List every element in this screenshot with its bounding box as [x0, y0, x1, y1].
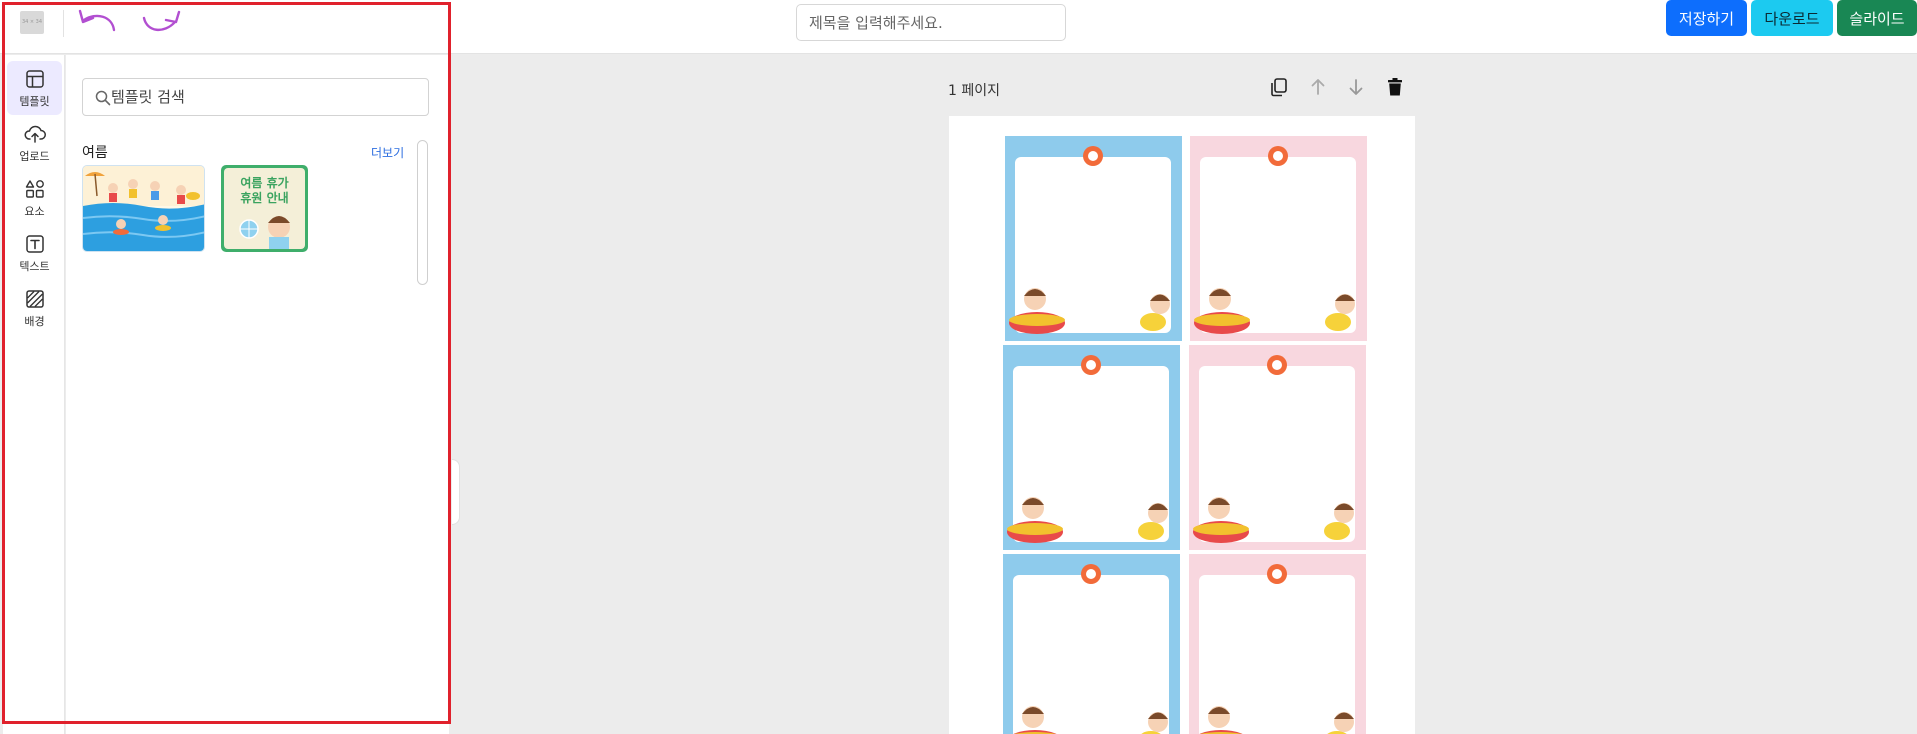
- sidebar-item-background[interactable]: 배경: [7, 281, 62, 335]
- background-pattern-icon: [25, 290, 44, 308]
- undo-icon: [78, 9, 116, 32]
- card-decoration: [1009, 146, 1170, 334]
- more-link[interactable]: 더보기: [371, 144, 404, 161]
- panel-scrollbar[interactable]: [417, 140, 428, 285]
- panel-collapse-handle[interactable]: [452, 459, 460, 525]
- top-bar: 34 × 34 저장하기 다운로드 슬라이드: [0, 0, 1917, 54]
- template-search-input[interactable]: [111, 79, 421, 115]
- text-box-icon: [25, 235, 44, 253]
- shapes-icon: [25, 180, 44, 198]
- card-decoration: [1194, 146, 1355, 334]
- card-decoration: [1193, 355, 1354, 543]
- redo-button[interactable]: [140, 6, 184, 38]
- search-icon: [95, 90, 111, 106]
- copy-icon: [1271, 78, 1287, 97]
- canvas-card[interactable]: [1190, 136, 1367, 341]
- sidebar-item-text[interactable]: 텍스트: [7, 226, 62, 280]
- arrow-up-icon: [1311, 79, 1325, 95]
- card-decoration: [1007, 355, 1168, 543]
- canvas-card[interactable]: [1189, 554, 1366, 734]
- layout-template-icon: [25, 70, 44, 88]
- slide-button[interactable]: 슬라이드: [1837, 0, 1917, 36]
- vacation-notice-line2: 휴원 안내: [240, 191, 289, 205]
- sidebar-item-label: 업로드: [19, 150, 50, 163]
- save-button[interactable]: 저장하기: [1666, 0, 1747, 36]
- move-page-up-button[interactable]: [1307, 76, 1329, 98]
- document-title-input[interactable]: [796, 4, 1066, 41]
- cloud-upload-icon: [24, 125, 46, 143]
- arrow-down-icon: [1349, 79, 1363, 95]
- logo[interactable]: 34 × 34: [20, 11, 44, 34]
- page-label: 1 페이지: [948, 83, 1000, 99]
- template-search-box[interactable]: [82, 78, 429, 116]
- sidebar-item-label: 요소: [24, 205, 45, 218]
- toolbar-divider: [63, 10, 64, 37]
- page-canvas[interactable]: [949, 116, 1415, 734]
- download-button[interactable]: 다운로드: [1751, 0, 1833, 36]
- sidebar-item-label: 텍스트: [19, 260, 50, 273]
- delete-page-button[interactable]: [1384, 76, 1406, 98]
- trash-icon: [1388, 78, 1402, 96]
- copy-page-button[interactable]: [1268, 76, 1290, 98]
- card-decoration: [1013, 564, 1168, 734]
- template-thumbnail-summer-beach[interactable]: [82, 165, 205, 252]
- sidebar-item-upload[interactable]: 업로드: [7, 116, 62, 170]
- card-decoration: [1199, 564, 1354, 734]
- sidebar-item-label: 템플릿: [19, 95, 50, 108]
- canvas-card[interactable]: [1189, 345, 1366, 550]
- sidebar-rail: 템플릿 업로드 요소 텍스트 배경: [3, 55, 65, 734]
- canvas-card[interactable]: [1003, 554, 1180, 734]
- canvas-card[interactable]: [1003, 345, 1180, 550]
- section-title: 여름: [82, 145, 108, 161]
- beach-illustration: [83, 166, 204, 251]
- sidebar-item-label: 배경: [24, 315, 45, 328]
- template-panel: 여름 더보기 여름 휴가: [66, 55, 449, 734]
- redo-icon: [142, 10, 181, 31]
- template-thumbnail-vacation-notice[interactable]: 여름 휴가 휴원 안내: [221, 165, 308, 252]
- canvas-card[interactable]: [1005, 136, 1182, 341]
- sidebar-item-template[interactable]: 템플릿: [7, 61, 62, 115]
- undo-button[interactable]: [74, 6, 118, 38]
- sidebar-item-elements[interactable]: 요소: [7, 171, 62, 225]
- move-page-down-button[interactable]: [1345, 76, 1367, 98]
